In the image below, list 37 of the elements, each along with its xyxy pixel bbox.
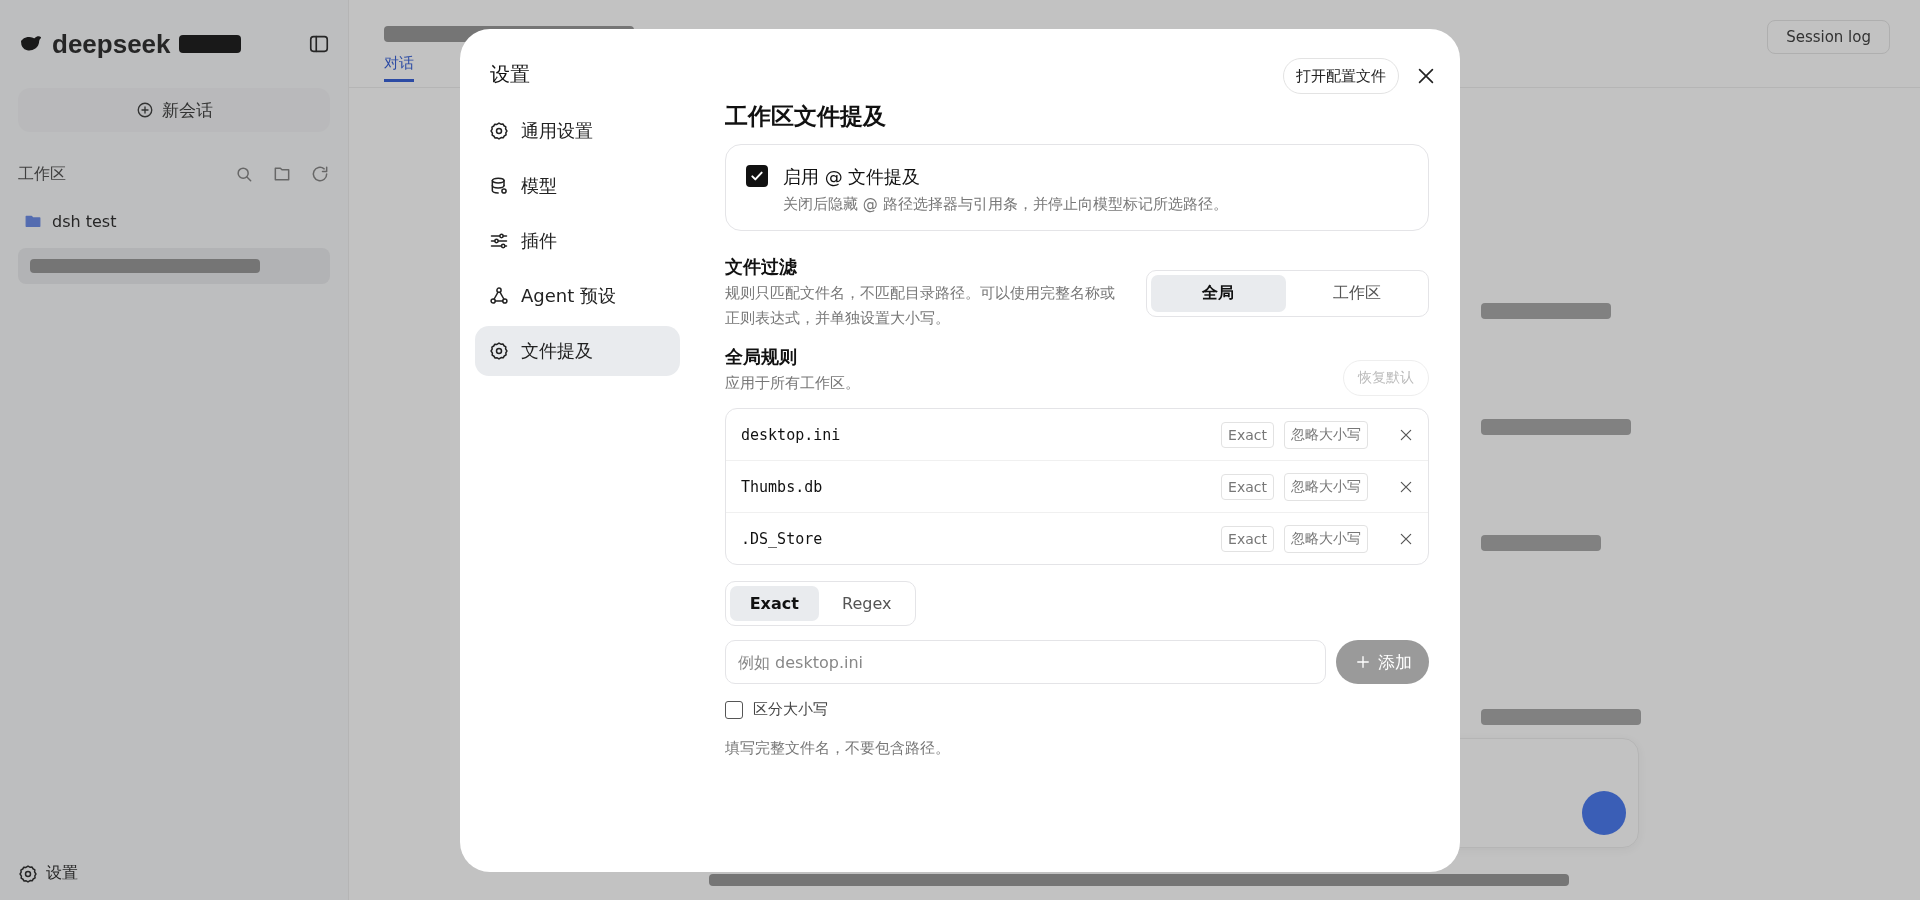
rule-pattern: desktop.ini [741,425,842,444]
case-tag: 忽略大小写 [1284,524,1368,553]
nav-item[interactable]: 文件提及 [475,326,680,376]
case-tag: 忽略大小写 [1284,420,1368,449]
input-field[interactable]: 例如 desktop.ini [725,640,1326,684]
case-tag: 忽略大小写 [1284,472,1368,501]
subsection-title: 全局规则 [725,345,798,369]
subsection-title: 文件过滤 [725,255,798,279]
new-chat-button[interactable]: 新会话 [18,88,330,132]
description: 规则只匹配文件名，不匹配目录路径。可以使用完整名称或正则表达式，并单独设置大小写。 [725,283,1116,329]
match-tag: Exact [1221,525,1274,552]
rule-pattern: .DS_Store [741,529,824,548]
open-config-button[interactable]: 打开配置文件 [1283,58,1399,94]
mode-tab[interactable]: Regex [822,586,911,621]
match-tag: Exact [1221,421,1274,448]
checkbox-label: 启用 @ 文件提及 [783,165,922,189]
scope-tab[interactable]: 工作区 [1289,274,1424,312]
nav-item[interactable]: 插件 [475,216,680,266]
app-logo: deepseek [52,28,171,60]
nav-item[interactable]: 模型 [475,161,680,211]
description: 关闭后隐藏 @ 路径选择器与引用条，并停止向模型标记所选路径。 [783,195,1228,214]
nav-item[interactable]: Agent 预设 [475,271,680,321]
tab[interactable]: 对话 [384,54,414,82]
dialog-title: 设置 [489,61,531,88]
hint-text: 填写完整文件名，不要包含路径。 [725,739,951,758]
mode-tab[interactable]: Exact [730,586,819,621]
checkbox-label: 区分大小写 [753,700,828,719]
project-item[interactable]: dsh test [18,206,330,236]
match-tag: Exact [1221,473,1274,500]
section-title: 工作区文件提及 [725,102,887,131]
settings-link[interactable]: 设置 [18,863,330,884]
scope-tab[interactable]: 全局 [1151,274,1286,312]
rule-pattern: Thumbs.db [741,477,824,496]
section-label: 工作区 [18,163,66,185]
session-log-button[interactable]: Session log [1767,20,1890,54]
nav-item[interactable]: 通用设置 [475,106,680,156]
description: 应用于所有工作区。 [725,373,861,394]
